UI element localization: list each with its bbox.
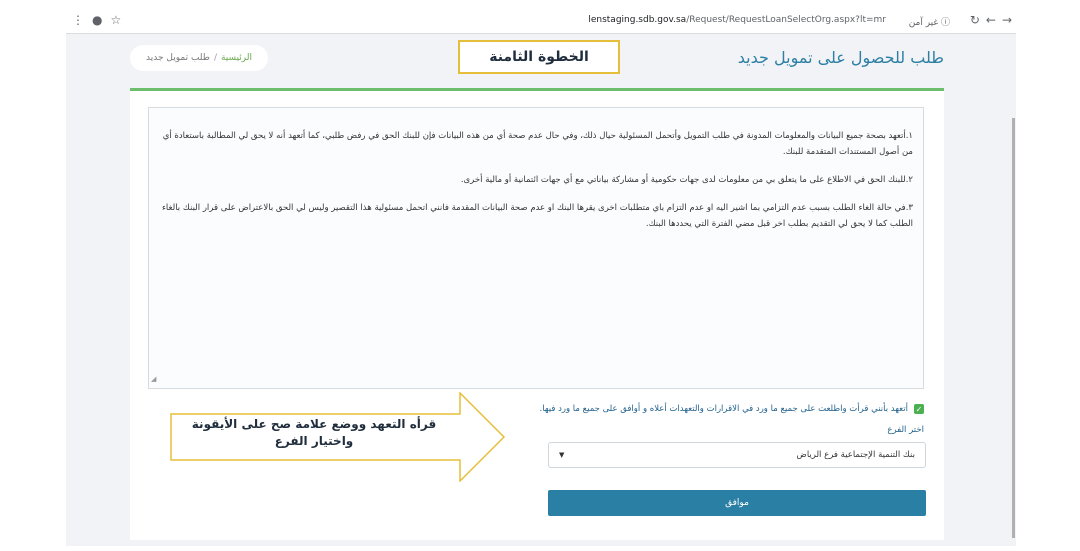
breadcrumb: الرئيسية / طلب تمويل جديد <box>130 45 268 71</box>
browser-toolbar: ⋮ ● ☆ lenstaging.sdb.gov.sa/Request/Requ… <box>66 10 1016 34</box>
terms-item-3: ٣.في حالة الغاء الطلب بسبب عدم التزامي ب… <box>161 203 913 229</box>
more-menu-icon[interactable]: ⋮ <box>72 13 84 27</box>
url-host: lenstaging.sdb.gov.sa <box>588 15 687 25</box>
dropdown-arrow-icon: ▼ <box>559 451 565 459</box>
breadcrumb-home[interactable]: الرئيسية <box>221 53 252 63</box>
agree-text: أتعهد بأنني قرأت واطلعت على جميع ما ورد … <box>539 404 908 414</box>
info-icon: ⓘ <box>940 18 950 28</box>
terms-item-2: ٢.للبنك الحق في الاطلاع على ما يتعلق بي … <box>460 175 913 185</box>
step-label-box: الخطوة الثامنة <box>458 40 620 74</box>
step-label: الخطوة الثامنة <box>489 49 589 65</box>
breadcrumb-separator: / <box>213 53 217 63</box>
agree-checkbox-row[interactable]: ✓ أتعهد بأنني قرأت واطلعت على جميع ما ور… <box>540 404 924 414</box>
back-icon[interactable]: → <box>1002 13 1012 27</box>
breadcrumb-current: طلب تمويل جديد <box>146 53 210 63</box>
reload-icon[interactable]: ↻ <box>970 13 980 27</box>
resize-grip-icon[interactable]: ◢ <box>151 371 156 387</box>
branch-label: اختر الفرع <box>887 425 924 435</box>
profile-icon[interactable]: ● <box>92 13 102 27</box>
security-indicator[interactable]: ⓘ غير آمن <box>909 15 950 28</box>
terms-textarea[interactable]: ١.أتعهد بصحة جميع البيانات والمعلومات ال… <box>148 107 924 389</box>
submit-button[interactable]: موافق <box>548 490 926 516</box>
browser-nav: ↻ ← → <box>970 13 1012 27</box>
star-icon[interactable]: ☆ <box>110 13 121 27</box>
submit-label: موافق <box>725 498 749 508</box>
branch-select-value: بنك التنمية الإجتماعية فرع الرياض <box>796 450 915 460</box>
scrollbar[interactable] <box>1012 118 1015 538</box>
agree-checkbox[interactable]: ✓ <box>914 404 924 414</box>
annotation-text: قرأه التعهد ووضع علامة صح على الأيقونة و… <box>191 417 437 448</box>
browser-menu-group: ⋮ ● ☆ <box>72 13 121 27</box>
address-bar[interactable]: lenstaging.sdb.gov.sa/Request/RequestLoa… <box>588 15 886 25</box>
branch-select[interactable]: بنك التنمية الإجتماعية فرع الرياض ▼ <box>548 442 926 468</box>
forward-icon[interactable]: ← <box>986 13 996 27</box>
url-path: /Request/RequestLoanSelectOrg.aspx?lt=mr <box>686 15 886 25</box>
page-title: طلب للحصول على تمويل جديد <box>737 48 944 67</box>
security-label: غير آمن <box>908 18 939 28</box>
terms-item-1: ١.أتعهد بصحة جميع البيانات والمعلومات ال… <box>162 131 913 157</box>
